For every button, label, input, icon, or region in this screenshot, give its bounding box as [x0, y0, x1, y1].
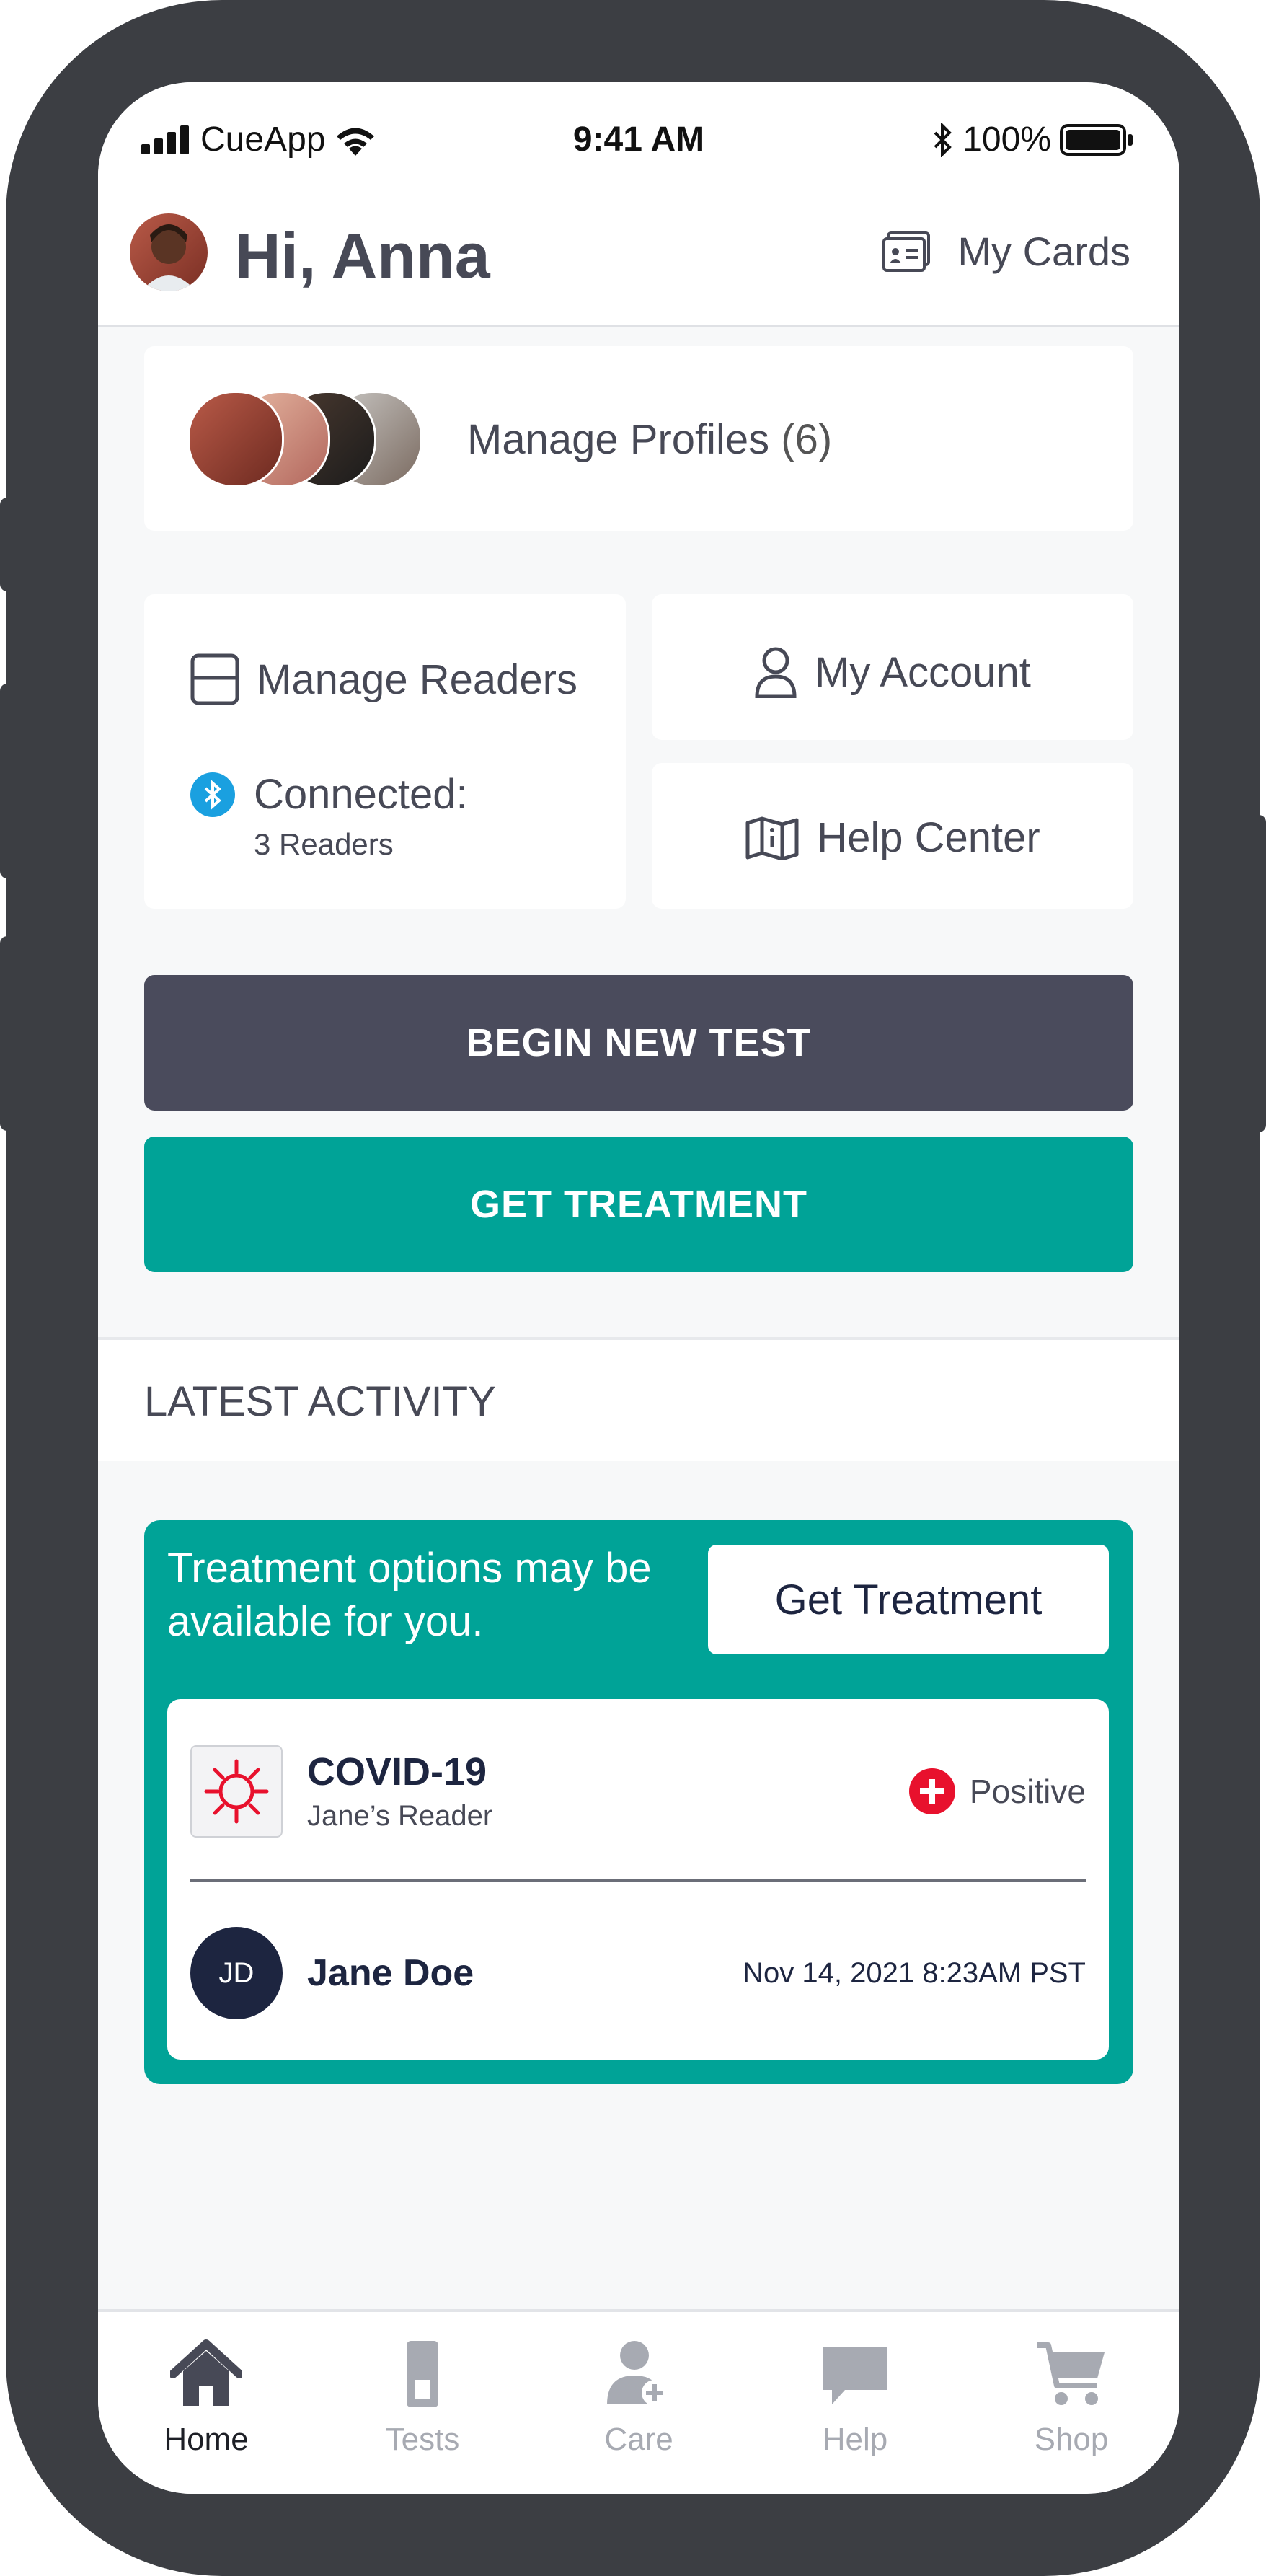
battery-icon — [1060, 123, 1133, 156]
help-center-label: Help Center — [817, 814, 1040, 861]
test-icon — [407, 2341, 438, 2407]
tab-care-label: Care — [604, 2422, 673, 2457]
result-status: Positive — [908, 1768, 1086, 1814]
tab-help-label: Help — [822, 2422, 888, 2457]
tab-home[interactable]: Home — [98, 2312, 314, 2494]
test-result-card[interactable]: COVID-19 Jane’s Reader Positive JD Jane … — [167, 1699, 1109, 2060]
my-account-card[interactable]: My Account — [652, 594, 1133, 740]
profile-avatar — [187, 391, 284, 488]
tab-tests[interactable]: Tests — [314, 2312, 531, 2494]
treatment-alert-text: Treatment options may be available for y… — [167, 1545, 652, 1645]
manage-readers-card[interactable]: Manage Readers Connected: 3 Readers — [144, 594, 626, 909]
my-cards-label: My Cards — [957, 229, 1130, 274]
tab-shop[interactable]: Shop — [963, 2312, 1179, 2494]
positive-plus-icon — [908, 1768, 955, 1814]
manage-profiles-card[interactable]: Manage Profiles (6) — [144, 346, 1133, 531]
person-name: Jane Doe — [307, 1952, 474, 1994]
profiles-count: (6) — [781, 416, 833, 463]
phone-frame: CueApp 9:41 AM 100% Hi, Anna My Cards Ma… — [6, 0, 1260, 2576]
tab-care[interactable]: Care — [531, 2312, 747, 2494]
manage-readers-label: Manage Readers — [257, 656, 577, 703]
tab-tests-label: Tests — [385, 2422, 460, 2457]
get-treatment-button[interactable]: GET TREATMENT — [144, 1137, 1133, 1272]
reader-name: Jane’s Reader — [307, 1800, 493, 1832]
latest-activity-header: LATEST ACTIVITY — [98, 1337, 1179, 1461]
manage-readers-row: Manage Readers — [190, 653, 577, 705]
latest-activity-title: LATEST ACTIVITY — [144, 1378, 496, 1425]
person-avatar: JD — [190, 1927, 283, 2019]
care-icon — [607, 2341, 668, 2406]
my-account-label: My Account — [815, 648, 1031, 696]
app-screen: CueApp 9:41 AM 100% Hi, Anna My Cards Ma… — [98, 82, 1179, 2494]
begin-new-test-button[interactable]: BEGIN NEW TEST — [144, 975, 1133, 1111]
result-timestamp: Nov 14, 2021 8:23AM PST — [743, 1957, 1086, 1989]
result-status-label: Positive — [969, 1773, 1086, 1810]
test-name: COVID-19 — [307, 1750, 487, 1794]
person-icon — [755, 647, 797, 698]
tab-help[interactable]: Help — [747, 2312, 963, 2494]
battery-percent: 100% — [962, 120, 1051, 159]
profile-avatars — [187, 391, 422, 488]
reader-icon — [190, 653, 239, 705]
tab-home-label: Home — [164, 2422, 249, 2457]
status-bar: CueApp 9:41 AM 100% — [98, 82, 1179, 198]
connection-status: Connected: 3 Readers — [190, 770, 468, 862]
connected-count: 3 Readers — [254, 827, 394, 861]
connected-label: Connected: — [254, 771, 468, 818]
my-cards-link[interactable]: My Cards — [882, 228, 1130, 275]
manage-profiles-label: Manage Profiles (6) — [467, 415, 832, 464]
home-icon — [170, 2339, 242, 2406]
cart-icon — [1037, 2342, 1105, 2405]
status-right: 100% — [932, 120, 1135, 159]
bluetooth-icon — [190, 772, 235, 817]
app-header: Hi, Anna My Cards — [98, 198, 1179, 327]
book-map-icon — [745, 816, 799, 860]
id-card-icon — [882, 231, 931, 272]
treatment-alert-card: Treatment options may be available for y… — [144, 1520, 1133, 2084]
tab-shop-label: Shop — [1034, 2422, 1109, 2457]
bluetooth-status-icon — [934, 122, 952, 157]
greeting-title: Hi, Anna — [235, 220, 490, 291]
alert-get-treatment-button[interactable]: Get Treatment — [708, 1545, 1109, 1654]
result-divider — [190, 1879, 1086, 1882]
covid-test-thumb — [190, 1745, 283, 1838]
user-avatar[interactable] — [130, 213, 208, 291]
virus-icon — [204, 1759, 269, 1824]
tab-bar: Home Tests Care Help Shop — [98, 2309, 1179, 2494]
profiles-title: Manage Profiles — [467, 416, 770, 463]
help-center-card[interactable]: Help Center — [652, 763, 1133, 909]
chat-icon — [823, 2347, 887, 2404]
